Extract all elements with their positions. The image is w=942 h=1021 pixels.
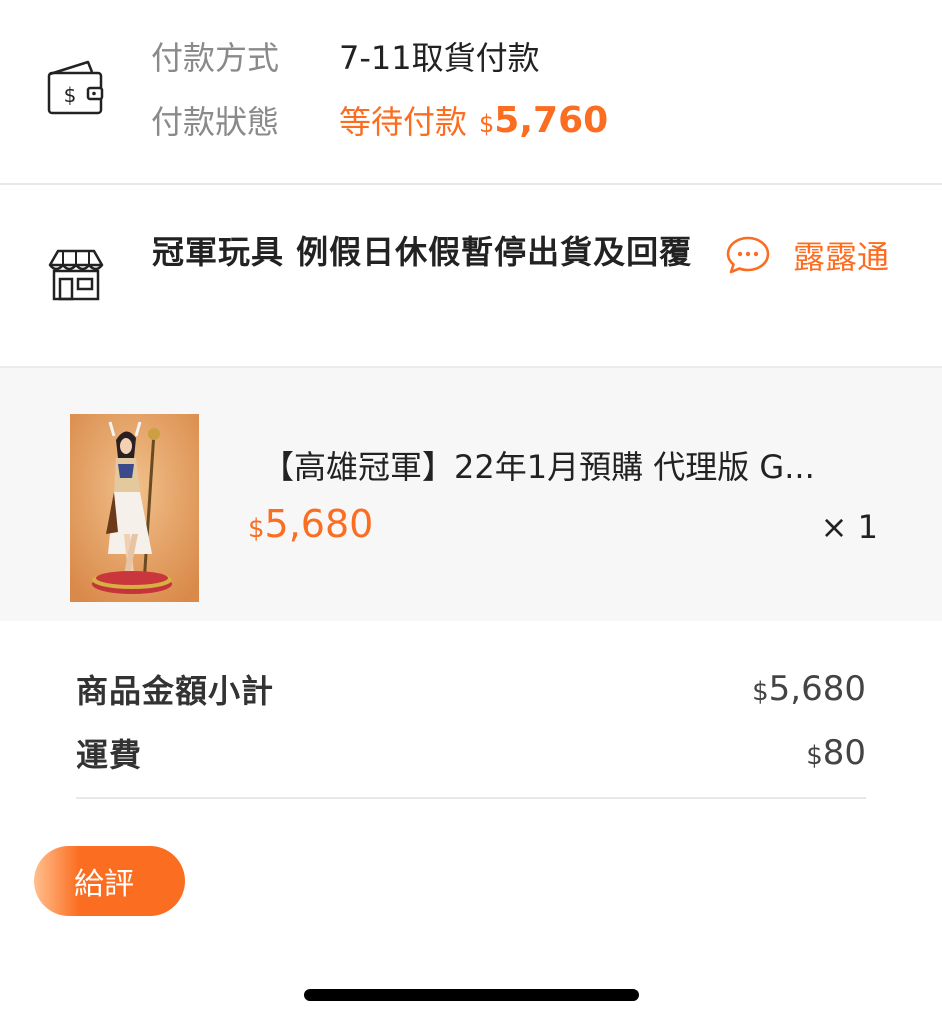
chat-bubble-icon: [726, 236, 770, 274]
subtotal-amount: 5,680: [768, 669, 866, 709]
product-price-value: 5,680: [264, 502, 374, 546]
wallet-icon: $: [47, 60, 104, 115]
subtotal-currency: $: [752, 677, 769, 707]
product-quantity: × 1: [820, 508, 878, 546]
shipping-amount: 80: [822, 733, 866, 773]
product-price: $5,680: [248, 502, 373, 546]
product-title[interactable]: 【高雄冠軍】22年1月預購 代理版 G...: [262, 442, 882, 488]
product-figure-image: [70, 414, 199, 602]
chat-label: 露露通: [793, 238, 890, 276]
chat-button[interactable]: 露露通: [725, 231, 915, 283]
product-image[interactable]: [70, 414, 199, 602]
payment-method-label: 付款方式: [151, 39, 280, 77]
subtotal-label: 商品金額小計: [76, 672, 275, 710]
shipping-row: 運費 $80: [76, 728, 866, 778]
payment-method-value: 7-11取貨付款: [339, 39, 540, 77]
shipping-label: 運費: [76, 736, 143, 774]
payment-currency: $: [479, 109, 495, 138]
payment-method-row: 付款方式 7-11取貨付款: [151, 34, 540, 78]
svg-text:$: $: [64, 83, 77, 107]
product-item[interactable]: 【高雄冠軍】22年1月預購 代理版 G... $5,680 × 1: [0, 368, 942, 621]
payment-status-label: 付款狀態: [151, 103, 280, 141]
shop-section[interactable]: 冠軍玩具 例假日休假暫停出貨及回覆 露露通: [0, 185, 942, 366]
review-button[interactable]: 給評: [34, 846, 185, 916]
home-indicator[interactable]: [304, 989, 639, 1001]
payment-amount-value: 5,760: [494, 99, 609, 141]
divider: [76, 797, 866, 799]
store-icon: [48, 249, 104, 301]
shop-name[interactable]: 冠軍玩具 例假日休假暫停出貨及回覆: [152, 225, 712, 279]
shipping-currency: $: [806, 741, 823, 771]
subtotal-row: 商品金額小計 $5,680: [76, 664, 866, 714]
product-currency: $: [248, 514, 265, 544]
subtotal-value: $5,680: [752, 669, 866, 709]
payment-status-value: 等待付款: [339, 103, 468, 141]
payment-section: $ 付款方式 7-11取貨付款 付款狀態 等待付款 $5,760: [0, 0, 942, 184]
payment-status-row: 付款狀態 等待付款 $5,760: [151, 98, 608, 142]
shipping-value: $80: [806, 733, 866, 773]
payment-amount: $5,760: [479, 100, 608, 141]
